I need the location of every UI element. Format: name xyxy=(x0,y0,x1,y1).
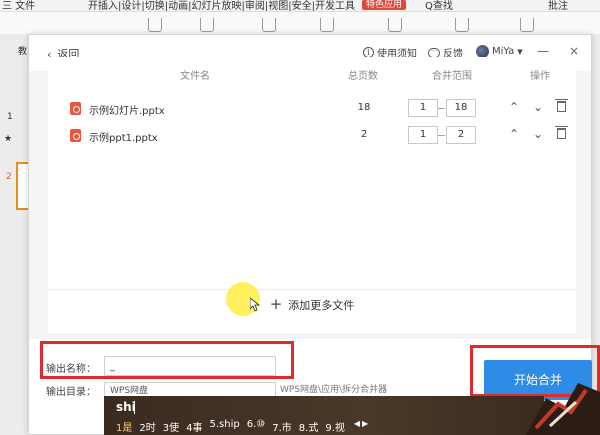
file-name: 示例幻灯片.pptx xyxy=(89,106,165,117)
minimize-button[interactable]: — xyxy=(537,44,549,58)
ime-candidate[interactable]: 4事 xyxy=(186,419,202,434)
ime-skin-decoration-icon xyxy=(526,383,600,435)
ime-candidate[interactable]: 5.ship xyxy=(210,419,240,434)
caret-down-icon: ▼ xyxy=(517,47,523,56)
file-list-panel: 文件名 总页数 合并范围 操作 示例幻灯片.pptx 18 1 18 ⌃ ⌄ 示… xyxy=(48,57,576,333)
range-end-input[interactable]: 2 xyxy=(446,126,476,144)
user-name: MiYa xyxy=(492,46,515,57)
column-header-merge-range: 合并范围 xyxy=(432,71,472,82)
toolbar-icon[interactable] xyxy=(520,18,534,32)
ime-candidate[interactable]: 2时 xyxy=(139,419,155,434)
ime-candidate[interactable]: 8.式 xyxy=(299,419,319,434)
comment-button[interactable]: 批注 xyxy=(548,0,568,11)
ime-caret xyxy=(134,401,135,414)
toolbar-icon[interactable] xyxy=(455,18,469,32)
page-count: 18 xyxy=(357,102,371,113)
output-name-label: 输出名称： xyxy=(46,364,96,375)
range-separator xyxy=(438,108,445,109)
file-menu[interactable]: 三 文件 xyxy=(2,0,35,11)
toolbar-icon[interactable] xyxy=(200,18,214,32)
toolbar-icon[interactable] xyxy=(262,18,276,32)
move-up-icon[interactable]: ⌃ xyxy=(509,100,519,114)
column-header-actions: 操作 xyxy=(530,71,550,82)
toolbar-icon[interactable] xyxy=(388,18,402,32)
ribbon-toolbar xyxy=(0,12,600,34)
right-panel xyxy=(592,34,600,435)
special-apps-tab[interactable]: 特色应用 xyxy=(362,0,407,10)
column-header-total-pages: 总页数 xyxy=(348,71,378,82)
move-down-icon[interactable]: ⌄ xyxy=(533,100,543,114)
ime-candidate-window: shi 1是 2时 3使 4事 5.ship 6.⑩ 7.市 8.式 9.视 ◀… xyxy=(104,396,544,435)
move-up-icon[interactable]: ⌃ xyxy=(509,127,519,141)
slides-panel: 教 1 ★ 2 xyxy=(0,34,30,435)
ribbon-menu-bar: 三 文件 开插入|设计|切换|动画|幻灯片放映|审阅|视图|安全|开发工具 特色… xyxy=(0,0,600,12)
page-count: 2 xyxy=(360,129,368,140)
ime-candidate[interactable]: 7.市 xyxy=(272,419,292,434)
slide-number-2[interactable]: 2 xyxy=(6,172,12,182)
ime-pinyin-text: shi xyxy=(116,400,136,414)
add-more-label: 添加更多文件 xyxy=(288,298,355,312)
output-name-input[interactable] xyxy=(104,356,276,376)
star-icon: ★ xyxy=(4,134,13,144)
ime-candidate[interactable]: 9.视 xyxy=(325,419,345,434)
ime-candidate[interactable]: 1是 xyxy=(116,419,132,434)
output-dir-path: WPS网盘\应用\拆分合并器 xyxy=(280,385,388,395)
range-start-input[interactable]: 1 xyxy=(408,99,438,117)
ribbon-tabs[interactable]: 开插入|设计|切换|动画|幻灯片放映|审阅|视图|安全|开发工具 xyxy=(88,0,355,11)
pptx-file-icon xyxy=(70,102,81,115)
toolbar-icon[interactable] xyxy=(320,18,334,32)
ime-candidate[interactable]: 6.⑩ xyxy=(247,419,266,434)
trash-icon[interactable] xyxy=(555,126,568,139)
ime-prev-icon[interactable]: ◀ xyxy=(354,419,360,434)
range-start-input[interactable]: 1 xyxy=(408,126,438,144)
file-name: 示例ppt1.pptx xyxy=(89,133,158,144)
output-dir-label: 输出目录： xyxy=(46,387,96,398)
ime-next-icon[interactable]: ▶ xyxy=(362,419,368,434)
file-row: 示例ppt1.pptx 2 1 2 ⌃ ⌄ xyxy=(48,123,576,149)
slide-number-1[interactable]: 1 xyxy=(7,112,13,122)
mouse-cursor-icon xyxy=(250,298,260,312)
feedback-icon: ··· xyxy=(428,47,440,58)
ribbon-left-label: 教 xyxy=(18,47,28,57)
range-separator xyxy=(438,135,445,136)
search-button[interactable]: Q查找 xyxy=(425,0,453,11)
trash-icon[interactable] xyxy=(555,99,568,112)
column-header-file-name: 文件名 xyxy=(180,71,210,82)
plus-icon: + xyxy=(269,295,283,313)
ime-candidate-list: 1是 2时 3使 4事 5.ship 6.⑩ 7.市 8.式 9.视 ◀ ▶ xyxy=(116,419,368,434)
ime-candidate[interactable]: 3使 xyxy=(163,419,179,434)
close-button[interactable]: × xyxy=(569,44,579,58)
move-down-icon[interactable]: ⌄ xyxy=(533,127,543,141)
file-row: 示例幻灯片.pptx 18 1 18 ⌃ ⌄ xyxy=(48,96,576,122)
toolbar-icon[interactable] xyxy=(148,18,162,32)
output-dir-select[interactable]: WPS网盘 xyxy=(104,382,276,396)
add-more-files-button[interactable]: + 添加更多文件 xyxy=(48,289,576,319)
pptx-file-icon xyxy=(70,129,81,142)
range-end-input[interactable]: 18 xyxy=(446,99,476,117)
